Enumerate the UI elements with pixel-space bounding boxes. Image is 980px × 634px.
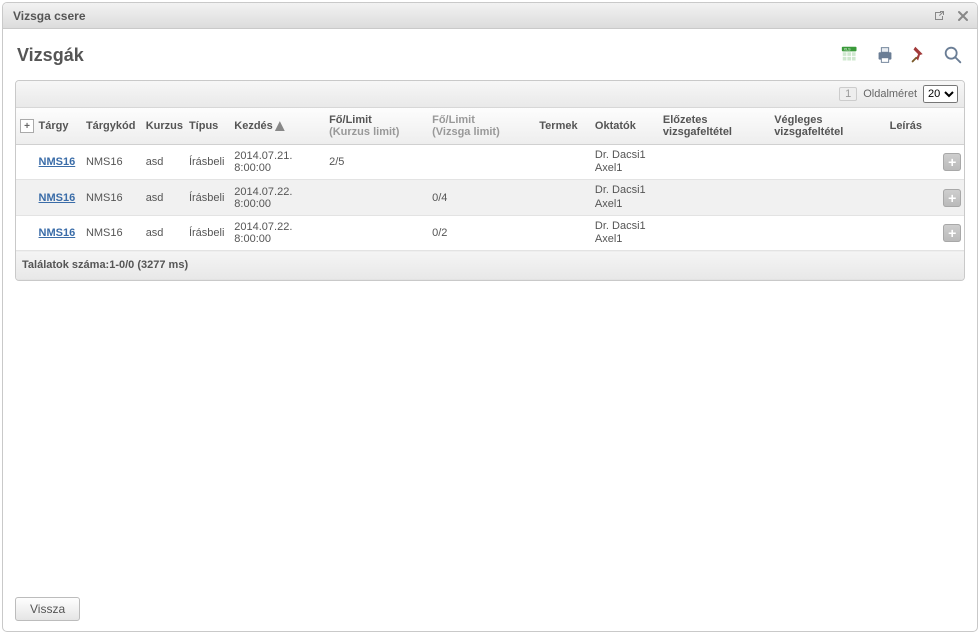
instructor-2: Axel1: [595, 198, 623, 210]
expand-all-icon[interactable]: +: [20, 119, 34, 133]
cell-leiras: [886, 145, 940, 180]
cell-tipus: Írásbeli: [185, 180, 230, 215]
row-action-button[interactable]: +: [943, 189, 961, 207]
col-targykod[interactable]: Tárgykód: [82, 108, 142, 145]
grid-panel: 1 Oldalméret 20 + Tárgy Tárgykód Kurzus: [15, 80, 965, 281]
header-row: Vizsgák XLS: [15, 41, 965, 80]
col-fo-vizsga[interactable]: Fő/Limit (Vizsga limit): [428, 108, 535, 145]
table-row[interactable]: NMS16 NMS16 asd Írásbeli 2014.07.22. 8:0…: [16, 215, 964, 250]
print-icon[interactable]: [873, 43, 897, 67]
col-kezdes[interactable]: Kezdés: [230, 108, 325, 145]
subject-link[interactable]: NMS16: [39, 227, 76, 239]
row-action-button[interactable]: +: [943, 224, 961, 242]
col-kezdes-label: Kezdés: [234, 120, 273, 132]
results-footer: Találatok száma:1-0/0 (3277 ms): [16, 251, 964, 280]
col-oktatok[interactable]: Oktatók: [591, 108, 659, 145]
cell-elozetes: [659, 215, 770, 250]
window-title: Vizsga csere: [13, 9, 86, 23]
pager: 1 Oldalméret 20: [16, 81, 964, 108]
results-count: Találatok száma:1-0/0 (3277 ms): [16, 251, 964, 280]
cell-leiras: [886, 215, 940, 250]
titlebar: Vizsga csere: [3, 3, 977, 29]
popout-icon[interactable]: [931, 8, 947, 24]
cell-targykod: NMS16: [82, 180, 142, 215]
subject-link[interactable]: NMS16: [39, 192, 76, 204]
col-fo-vizsga-label: Fő/Limit: [432, 114, 475, 126]
empty-space: [15, 281, 965, 581]
cell-vegleges: [770, 180, 885, 215]
page-size-select[interactable]: 20: [923, 85, 958, 103]
cell-vegleges: [770, 145, 885, 180]
instructor-1: Dr. Dacsi1: [595, 184, 646, 196]
cell-fo-vizsga: 0/2: [428, 215, 535, 250]
cell-kezdes: 2014.07.22. 8:00:00: [230, 215, 325, 250]
cell-kezdes: 2014.07.21. 8:00:00: [230, 145, 325, 180]
sort-asc-icon: [275, 121, 285, 131]
table-row[interactable]: NMS16 NMS16 asd Írásbeli 2014.07.22. 8:0…: [16, 180, 964, 215]
page-size-label: Oldalméret: [863, 88, 917, 100]
instructor-2: Axel1: [595, 233, 623, 245]
row-action-button[interactable]: +: [943, 153, 961, 171]
svg-text:XLS: XLS: [844, 47, 851, 51]
subject-link[interactable]: NMS16: [39, 156, 76, 168]
col-fo-kurzus[interactable]: Fő/Limit (Kurzus limit): [325, 108, 428, 145]
cell-fo-vizsga: [428, 145, 535, 180]
exam-table: + Tárgy Tárgykód Kurzus Típus Kezdés Fő/…: [16, 108, 964, 280]
cell-kurzus: asd: [142, 180, 185, 215]
dialog-window: Vizsga csere Vizsgák XLS: [2, 2, 978, 632]
xls-export-icon[interactable]: XLS: [839, 43, 863, 67]
col-termek[interactable]: Termek: [535, 108, 591, 145]
col-vegleges[interactable]: Végleges vizsgafeltétel: [770, 108, 885, 145]
cell-termek: [535, 145, 591, 180]
instructor-1: Dr. Dacsi1: [595, 149, 646, 161]
cell-oktatok: Dr. Dacsi1 Axel1: [591, 180, 659, 215]
cell-termek: [535, 215, 591, 250]
cell-kurzus: asd: [142, 145, 185, 180]
cell-oktatok: Dr. Dacsi1 Axel1: [591, 145, 659, 180]
cell-oktatok: Dr. Dacsi1 Axel1: [591, 215, 659, 250]
content-area: Vizsgák XLS 1 Oldalméret: [3, 29, 977, 589]
page-title: Vizsgák: [17, 45, 84, 66]
expand-all-header[interactable]: +: [16, 108, 35, 145]
col-kurzus[interactable]: Kurzus: [142, 108, 185, 145]
cell-targykod: NMS16: [82, 145, 142, 180]
cell-elozetes: [659, 180, 770, 215]
col-leiras[interactable]: Leírás: [886, 108, 940, 145]
instructor-1: Dr. Dacsi1: [595, 220, 646, 232]
col-targy[interactable]: Tárgy: [35, 108, 82, 145]
col-fo-kurzus-sub: (Kurzus limit): [329, 126, 424, 138]
cell-fo-kurzus: [325, 180, 428, 215]
table-row[interactable]: NMS16 NMS16 asd Írásbeli 2014.07.21. 8:0…: [16, 145, 964, 180]
cell-vegleges: [770, 215, 885, 250]
cell-tipus: Írásbeli: [185, 215, 230, 250]
cell-kurzus: asd: [142, 215, 185, 250]
window-buttons: [931, 8, 971, 24]
cell-kezdes: 2014.07.22. 8:00:00: [230, 180, 325, 215]
cell-fo-kurzus: 2/5: [325, 145, 428, 180]
col-elozetes[interactable]: Előzetes vizsgafeltétel: [659, 108, 770, 145]
search-icon[interactable]: [941, 43, 965, 67]
col-fo-kurzus-label: Fő/Limit: [329, 114, 372, 126]
col-actions: [939, 108, 964, 145]
col-tipus[interactable]: Típus: [185, 108, 230, 145]
close-icon[interactable]: [955, 8, 971, 24]
cell-elozetes: [659, 145, 770, 180]
cell-tipus: Írásbeli: [185, 145, 230, 180]
toolbar: XLS: [839, 41, 965, 67]
cell-fo-vizsga: 0/4: [428, 180, 535, 215]
cell-termek: [535, 180, 591, 215]
page-number[interactable]: 1: [839, 87, 857, 101]
col-fo-vizsga-sub: (Vizsga limit): [432, 126, 531, 138]
cell-leiras: [886, 180, 940, 215]
pin-icon[interactable]: [907, 43, 931, 67]
cell-targykod: NMS16: [82, 215, 142, 250]
header-row: + Tárgy Tárgykód Kurzus Típus Kezdés Fő/…: [16, 108, 964, 145]
instructor-2: Axel1: [595, 162, 623, 174]
cell-fo-kurzus: [325, 215, 428, 250]
